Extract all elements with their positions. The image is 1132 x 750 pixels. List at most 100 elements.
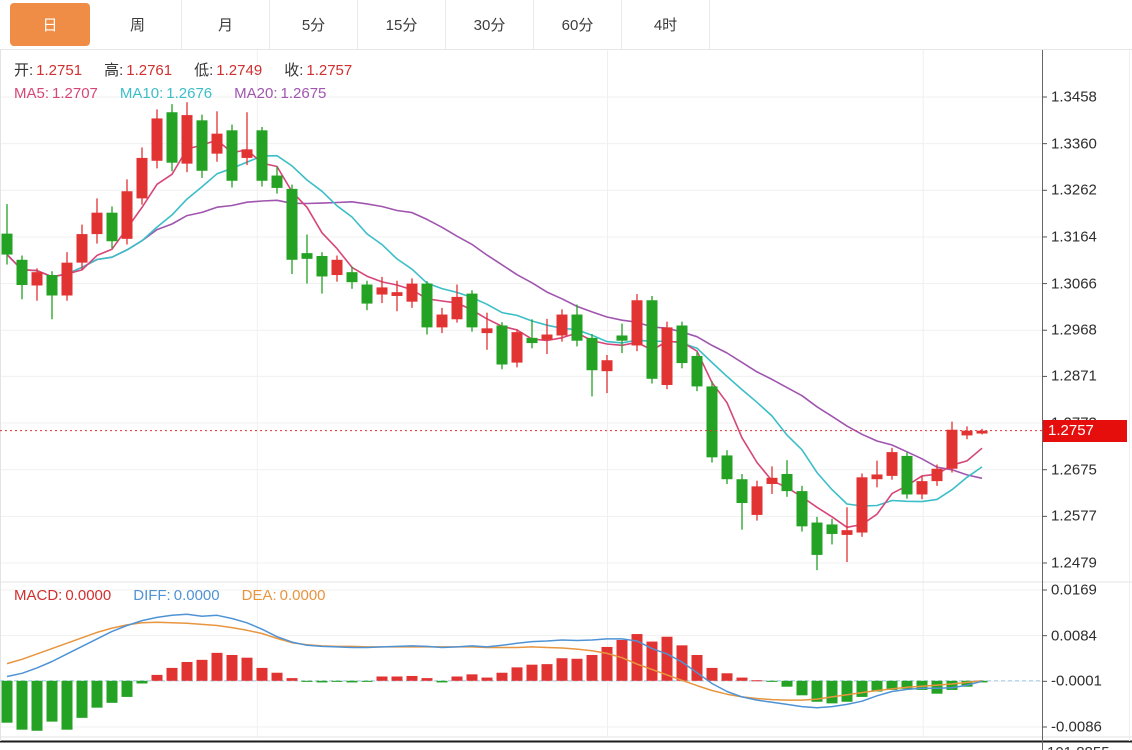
ma20-line — [7, 200, 982, 478]
candle-body — [287, 189, 298, 260]
macd-bar — [797, 681, 808, 696]
candle-body — [752, 486, 763, 515]
y-axis-label: 1.2577 — [1051, 508, 1097, 525]
macd-bar — [842, 681, 853, 702]
diff-readout: DIFF:0.0000 — [133, 587, 219, 604]
candle-body — [617, 335, 628, 340]
tab-60min[interactable]: 60分 — [534, 0, 622, 49]
candle-body — [242, 149, 253, 158]
tab-4hour[interactable]: 4时 — [622, 0, 710, 49]
candle-body — [827, 524, 838, 534]
macd-bar — [467, 674, 478, 680]
macd-bar — [257, 668, 268, 681]
candle-body — [947, 430, 958, 469]
y-axis-label: 1.2675 — [1051, 461, 1097, 478]
ma10-line — [7, 156, 982, 506]
candle-body — [602, 360, 613, 371]
macd-bar — [617, 640, 628, 681]
macd-bar — [212, 653, 223, 681]
candle-body — [887, 452, 898, 476]
low-readout: 低:1.2749 — [194, 59, 262, 80]
tab-day[interactable]: 日 — [10, 3, 90, 46]
macd-bar — [572, 659, 583, 681]
candle-body — [662, 327, 673, 385]
candle-body — [542, 335, 553, 340]
candle-body — [92, 213, 103, 234]
candle-body — [77, 234, 88, 263]
candle-body — [182, 115, 193, 164]
macd-bar — [377, 676, 388, 680]
macd-bar — [107, 681, 118, 703]
candle-body — [17, 260, 28, 285]
candle-body — [917, 481, 928, 494]
macd-bar — [152, 675, 163, 681]
candle-body — [677, 325, 688, 363]
candle-body — [227, 130, 238, 180]
candle-body — [422, 284, 433, 328]
candle-body — [212, 134, 223, 154]
macd-bar — [17, 681, 28, 730]
candle-body — [527, 338, 538, 343]
candle-body — [62, 263, 73, 296]
last-price-badge: 1.2757 — [1043, 420, 1127, 442]
macd-bar — [47, 681, 58, 722]
macd-bar — [827, 681, 838, 704]
ma5-readout: MA5:1.2707 — [14, 85, 98, 102]
clipped-bottom-axis-label: 101.8855 — [1047, 744, 1110, 750]
macd-bar — [197, 660, 208, 681]
candle-body — [167, 112, 178, 162]
candle-body — [782, 474, 793, 491]
y-axis-label: -0.0001 — [1051, 673, 1102, 690]
macd-bar — [392, 676, 403, 680]
tab-5min[interactable]: 5分 — [270, 0, 358, 49]
candle-body — [512, 332, 523, 362]
open-readout: 开:1.2751 — [14, 59, 82, 80]
macd-bar — [182, 662, 193, 681]
macd-bar — [857, 681, 868, 697]
candle-body — [107, 213, 118, 242]
tab-week[interactable]: 周 — [94, 0, 182, 49]
macd-bar — [2, 681, 13, 723]
macd-bar — [752, 680, 763, 681]
macd-bar — [542, 664, 553, 681]
tab-30min[interactable]: 30分 — [446, 0, 534, 49]
macd-bar — [677, 645, 688, 680]
y-axis-label: 0.0169 — [1051, 582, 1097, 599]
y-axis-label: 1.3360 — [1051, 135, 1097, 152]
candle-body — [272, 176, 283, 188]
candle-body — [902, 456, 913, 495]
candle-body — [482, 328, 493, 333]
candle-body — [437, 315, 448, 328]
candle-body — [122, 191, 133, 239]
y-axis-label: 1.3164 — [1051, 228, 1097, 245]
candlestick-macd-chart[interactable] — [0, 0, 1132, 750]
macd-bar — [32, 681, 43, 731]
macd-bar — [587, 655, 598, 681]
candle-body — [797, 491, 808, 526]
candle-body — [2, 234, 13, 255]
macd-bar — [77, 681, 88, 718]
timeframe-tabbar: 日 周 月 5分 15分 30分 60分 4时 — [0, 0, 1132, 50]
dea-readout: DEA:0.0000 — [242, 587, 326, 604]
tab-15min[interactable]: 15分 — [358, 0, 446, 49]
tab-month[interactable]: 月 — [182, 0, 270, 49]
high-readout: 高:1.2761 — [104, 59, 172, 80]
candle-body — [467, 294, 478, 328]
macd-bar — [332, 681, 343, 682]
candle-body — [932, 469, 943, 481]
candle-body — [452, 297, 463, 319]
macd-bar — [692, 655, 703, 681]
macd-bar — [782, 681, 793, 687]
candle-body — [497, 325, 508, 364]
macd-readout: MACD:0.0000 — [14, 587, 111, 604]
candle-body — [317, 256, 328, 276]
ohlc-legend: 开:1.2751 高:1.2761 低:1.2749 收:1.2757 — [14, 59, 352, 80]
candle-body — [767, 478, 778, 484]
macd-bar — [272, 673, 283, 681]
candle-body — [32, 272, 43, 285]
tabbar-filler — [710, 0, 1132, 49]
y-axis-label: 1.3262 — [1051, 182, 1097, 199]
y-axis-label: 1.2871 — [1051, 368, 1097, 385]
macd-bar — [452, 676, 463, 680]
candle-body — [722, 455, 733, 479]
